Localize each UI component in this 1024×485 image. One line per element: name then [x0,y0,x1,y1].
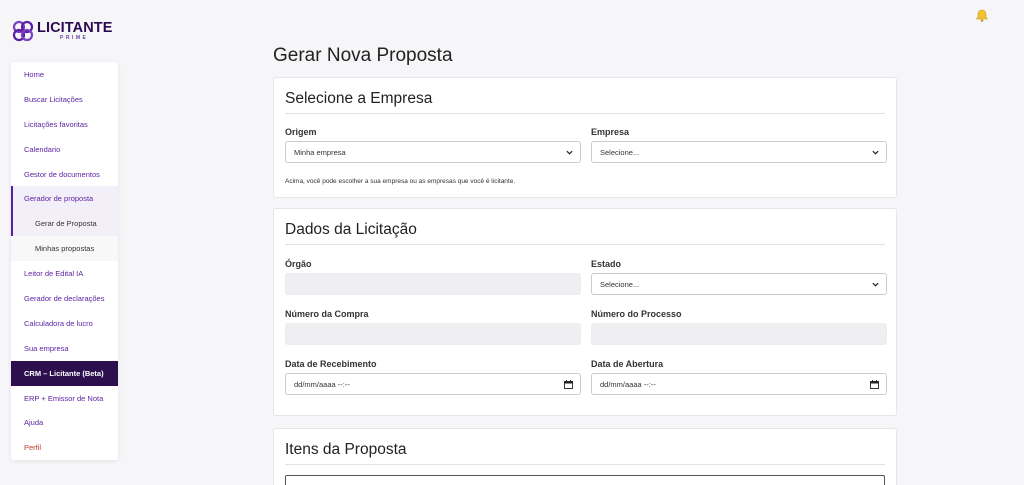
sidebar-subitem-minhas-propostas[interactable]: Minhas propostas [11,236,118,262]
data-abertura-input[interactable]: dd/mm/aaaa --:-- [591,373,887,395]
logo-title: LICITANTE [37,19,113,36]
page-title: Gerar Nova Proposta [273,45,453,66]
empresa-label: Empresa [591,127,630,137]
itens-table [285,475,885,485]
orgao-input[interactable] [285,273,581,295]
sidebar-item-calendario[interactable]: Calendario [11,137,118,162]
sidebar-item-home[interactable]: Home [11,62,118,87]
origem-select[interactable]: Minha empresa [285,141,581,163]
itens-card-title: Itens da Proposta [285,429,885,465]
numero-processo-label: Número do Processo [591,309,682,319]
sidebar-item-buscar-licitacoes[interactable]: Buscar Licitações [11,87,118,112]
logo-icon [12,20,34,42]
calendar-icon[interactable] [870,380,879,389]
empresa-hint: Acima, você pode escolher a sua empresa … [285,178,516,185]
sidebar: LICITANTE PRIME Home Buscar Licitações L… [0,0,145,485]
sidebar-item-erp[interactable]: ERP + Emissor de Nota [11,386,118,411]
sidebar-item-gerador-declaracoes[interactable]: Gerador de declarações [11,286,118,311]
licitacao-card: Dados da Licitação Órgão Estado Selecion… [273,208,897,416]
sidebar-item-crm[interactable]: CRM – Licitante (Beta) [11,360,118,386]
empresa-card-title: Selecione a Empresa [285,78,885,114]
data-abertura-value: dd/mm/aaaa --:-- [600,379,656,389]
estado-select[interactable]: Selecione... [591,273,887,295]
chevron-down-icon [566,150,573,155]
sidebar-item-calculadora-lucro[interactable]: Calculadora de lucro [11,311,118,336]
data-recebimento-label: Data de Recebimento [285,359,377,369]
sidebar-item-sua-empresa[interactable]: Sua empresa [11,336,118,361]
sidebar-subitem-gerar-proposta[interactable]: Gerar de Proposta [11,211,118,237]
sidebar-item-ajuda[interactable]: Ajuda [11,410,118,435]
empresa-select[interactable]: Selecione... [591,141,887,163]
sidebar-item-gerador-proposta[interactable]: Gerador de proposta [11,186,118,212]
sidebar-menu: Home Buscar Licitações Licitações favori… [11,62,118,461]
data-recebimento-value: dd/mm/aaaa --:-- [294,379,350,389]
chevron-down-icon [872,282,879,287]
estado-label: Estado [591,259,622,269]
estado-select-value: Selecione... [600,279,640,289]
numero-compra-label: Número da Compra [285,309,369,319]
numero-processo-input[interactable] [591,323,887,345]
licitacao-card-title: Dados da Licitação [285,209,885,245]
orgao-label: Órgão [285,259,312,269]
sidebar-item-gestor-documentos[interactable]: Gestor de documentos [11,162,118,187]
data-recebimento-input[interactable]: dd/mm/aaaa --:-- [285,373,581,395]
sidebar-item-licitacoes-favoritas[interactable]: Licitações favoritas [11,112,118,137]
sidebar-item-leitor-edital[interactable]: Leitor de Edital IA [11,261,118,286]
itens-card: Itens da Proposta [273,428,897,485]
calendar-icon[interactable] [564,380,573,389]
notification-bell-icon[interactable] [975,9,989,22]
empresa-card: Selecione a Empresa Origem Minha empresa… [273,77,897,198]
numero-compra-input[interactable] [285,323,581,345]
logo[interactable]: LICITANTE PRIME [12,20,113,42]
data-abertura-label: Data de Abertura [591,359,664,369]
logo-subtitle: PRIME [60,35,89,42]
chevron-down-icon [872,150,879,155]
empresa-select-value: Selecione... [600,147,640,157]
sidebar-item-perfil[interactable]: Perfil [11,435,118,460]
origem-select-value: Minha empresa [294,147,346,157]
origem-label: Origem [285,127,317,137]
